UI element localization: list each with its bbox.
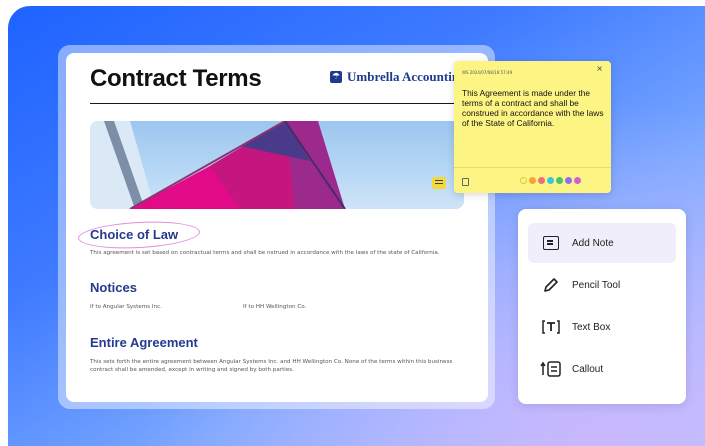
tool-label: Callout [572,363,604,375]
section-heading-notices: Notices [90,280,137,295]
annotation-tool-panel: Add Note Pencil Tool Text Box Callout [518,209,686,404]
swatch-green[interactable] [556,177,563,184]
note-meta: WS 2024/07/08/16:57:49 [462,70,513,75]
umbrella-logo-icon: ☂ [330,71,342,83]
section-heading-entire-agreement: Entire Agreement [90,335,198,350]
notice-left: If to Angular Systems Inc. [90,304,162,310]
note-icon [540,232,562,254]
swatch-yellow[interactable] [520,177,527,184]
tool-label: Text Box [572,321,611,333]
swatch-cyan[interactable] [547,177,554,184]
text-box-icon [540,316,562,338]
architecture-illustration [90,121,346,209]
tool-text-box[interactable]: Text Box [528,307,676,347]
stage: Contract Terms ☂ Umbrella Accounting Cho… [0,0,705,446]
callout-icon [540,358,562,380]
document-title: Contract Terms [90,65,262,92]
contract-document: Contract Terms ☂ Umbrella Accounting Cho… [66,53,488,402]
hero-image [90,121,464,209]
section-heading-choice-of-law: Choice of Law [90,227,179,242]
pencil-icon [540,274,562,296]
tool-add-note[interactable]: Add Note [528,223,676,263]
tool-callout[interactable]: Callout [528,349,676,389]
brand: ☂ Umbrella Accounting [330,69,466,85]
swatch-magenta[interactable] [574,177,581,184]
swatch-red[interactable] [538,177,545,184]
trash-icon[interactable] [462,178,469,186]
brand-name: Umbrella Accounting [347,69,466,84]
tool-label: Add Note [572,237,614,249]
section-body-entire-agreement: This sets forth the entire agreement bet… [90,359,453,373]
title-rule [90,103,480,104]
swatch-orange[interactable] [529,177,536,184]
comment-icon[interactable] [432,177,446,189]
section-body-choice-of-law: This agreement is set based on contractu… [90,250,440,256]
note-text[interactable]: This Agreement is made under the terms o… [462,88,607,128]
tool-pencil[interactable]: Pencil Tool [528,265,676,305]
color-swatches [520,177,581,184]
sticky-note[interactable]: WS 2024/07/08/16:57:49 × This Agreement … [454,61,611,193]
tool-label: Pencil Tool [572,279,621,291]
note-divider [454,167,611,168]
swatch-purple[interactable] [565,177,572,184]
close-icon[interactable]: × [596,64,603,73]
notice-right: If to HH Wellington Co. [243,304,307,310]
